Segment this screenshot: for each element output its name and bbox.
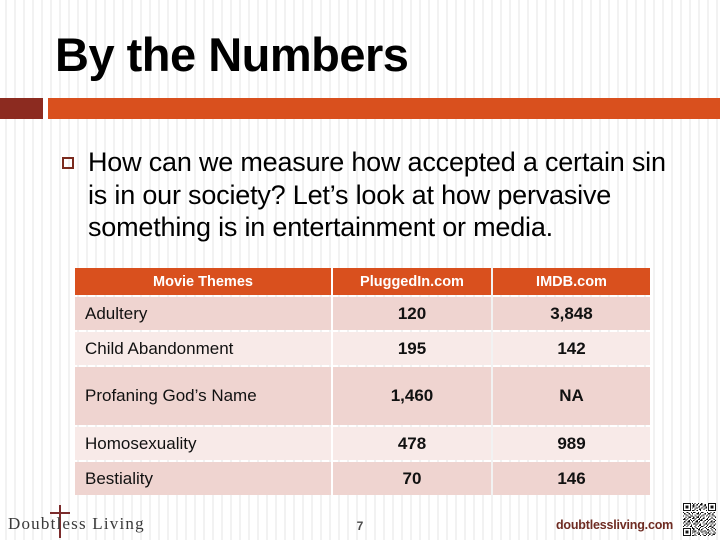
page-title: By the Numbers xyxy=(55,28,409,81)
brand-logo-label: Doubtless Living xyxy=(8,514,145,533)
column-header-movie-themes: Movie Themes xyxy=(75,268,331,295)
cell-pluggedin: 195 xyxy=(333,332,491,365)
square-bullet-icon xyxy=(62,157,74,169)
qr-code-svg xyxy=(683,503,716,536)
bullet-item: How can we measure how accepted a certai… xyxy=(62,146,672,244)
table-row: Adultery 120 3,848 xyxy=(75,297,650,330)
table-row: Homosexuality 478 989 xyxy=(75,427,650,460)
table-body: Adultery 120 3,848 Child Abandonment 195… xyxy=(75,297,650,495)
cell-imdb: 3,848 xyxy=(493,297,650,330)
body-content: How can we measure how accepted a certai… xyxy=(62,146,672,244)
bullet-paragraph: How can we measure how accepted a certai… xyxy=(88,147,666,242)
brand-logo: Doubtless Living xyxy=(8,505,144,539)
cell-pluggedin: 70 xyxy=(333,462,491,495)
cell-imdb: 989 xyxy=(493,427,650,460)
slide-canvas: By the Numbers How can we measure how ac… xyxy=(0,0,720,540)
header-rule-bar xyxy=(48,98,720,119)
table-row: Bestiality 70 146 xyxy=(75,462,650,495)
cell-imdb: NA xyxy=(493,367,650,425)
cell-theme: Homosexuality xyxy=(75,427,331,460)
cell-theme: Profaning God’s Name xyxy=(75,367,331,425)
cell-theme: Child Abandonment xyxy=(75,332,331,365)
table-row: Child Abandonment 195 142 xyxy=(75,332,650,365)
cell-pluggedin: 478 xyxy=(333,427,491,460)
movie-themes-table: Movie Themes PluggedIn.com IMDB.com Adul… xyxy=(73,266,652,497)
table-row: Profaning God’s Name 1,460 NA xyxy=(75,367,650,425)
table-header: Movie Themes PluggedIn.com IMDB.com xyxy=(75,268,650,295)
page-number: 7 xyxy=(356,519,364,533)
qr-code-icon xyxy=(683,503,716,536)
column-header-imdb: IMDB.com xyxy=(493,268,650,295)
cell-theme: Adultery xyxy=(75,297,331,330)
header-rule-accent xyxy=(0,98,43,119)
footer-website: doubtlessliving.com xyxy=(556,518,674,532)
cell-theme: Bestiality xyxy=(75,462,331,495)
table-header-row: Movie Themes PluggedIn.com IMDB.com xyxy=(75,268,650,295)
column-header-pluggedin: PluggedIn.com xyxy=(333,268,491,295)
cell-imdb: 142 xyxy=(493,332,650,365)
cell-imdb: 146 xyxy=(493,462,650,495)
cell-pluggedin: 1,460 xyxy=(333,367,491,425)
cell-pluggedin: 120 xyxy=(333,297,491,330)
